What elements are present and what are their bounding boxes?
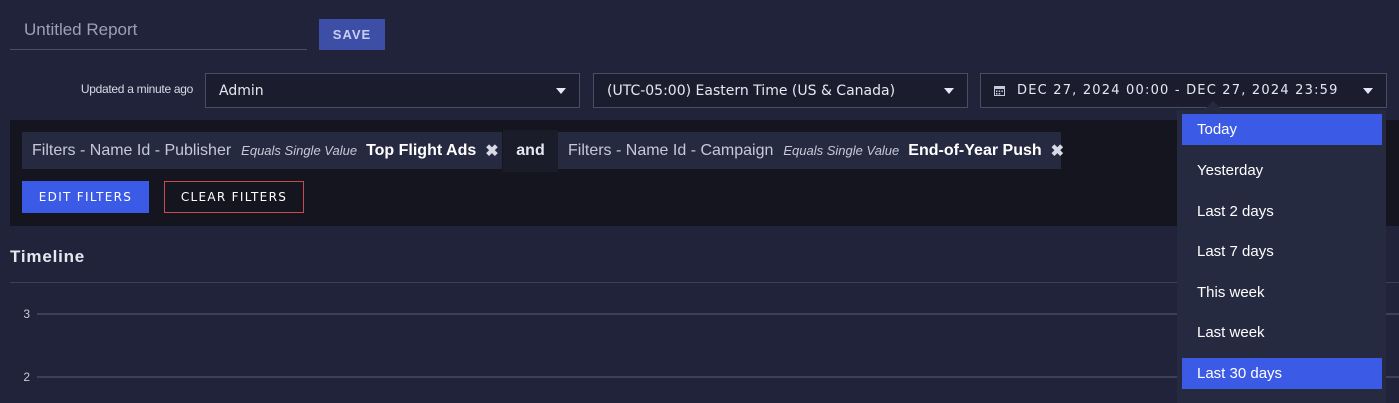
user-select[interactable]: Admin: [205, 73, 580, 108]
caret-down-icon: [556, 87, 566, 94]
date-preset-option[interactable]: Last 2 days: [1182, 196, 1382, 227]
date-preset-option[interactable]: Last week: [1182, 317, 1382, 348]
filter-chip-publisher: Filters - Name Id - Publisher Equals Sin…: [22, 132, 502, 169]
filter-conjunction: and: [503, 130, 558, 172]
dropdown-pointer: [1204, 101, 1222, 110]
remove-filter-icon[interactable]: ✖: [485, 141, 498, 161]
date-preset-option[interactable]: Last 30 days: [1182, 358, 1382, 389]
filter-value: End-of-Year Push: [908, 141, 1042, 159]
y-tick-label: 2: [23, 370, 30, 384]
save-button[interactable]: SAVE: [319, 19, 385, 50]
caret-down-icon: [1363, 87, 1373, 94]
user-select-value: Admin: [219, 82, 264, 99]
timezone-select[interactable]: (UTC-05:00) Eastern Time (US & Canada): [593, 73, 968, 108]
date-preset-option[interactable]: This week: [1182, 277, 1382, 308]
edit-filters-button[interactable]: EDIT FILTERS: [22, 181, 149, 213]
last-updated-text: Updated a minute ago: [80, 82, 193, 96]
date-range-select[interactable]: DEC 27, 2024 00:00 - DEC 27, 2024 23:59: [980, 73, 1387, 108]
date-preset-dropdown: Today Yesterday Last 2 days Last 7 days This…: [1177, 110, 1386, 403]
filter-chip-campaign: Filters - Name Id - Campaign Equals Sing…: [558, 132, 1064, 169]
calendar-icon: [994, 85, 1005, 96]
date-preset-option[interactable]: Today: [1182, 114, 1382, 145]
clear-filters-button[interactable]: CLEAR FILTERS: [164, 181, 304, 213]
report-title-input[interactable]: [10, 10, 307, 50]
date-preset-option[interactable]: Last 7 days: [1182, 236, 1382, 267]
filter-field: Filters - Name Id - Publisher: [32, 141, 232, 159]
remove-filter-icon[interactable]: ✖: [1051, 141, 1064, 161]
date-range-value: DEC 27, 2024 00:00 - DEC 27, 2024 23:59: [1017, 83, 1339, 98]
date-preset-option[interactable]: Yesterday: [1182, 155, 1382, 186]
caret-down-icon: [944, 87, 954, 94]
timeline-title: Timeline: [10, 247, 86, 266]
filter-value: Top Flight Ads: [366, 141, 477, 159]
filter-field: Filters - Name Id - Campaign: [568, 141, 774, 159]
y-tick-label: 3: [23, 307, 30, 321]
filter-operator: Equals Single Value: [783, 143, 900, 158]
timezone-select-value: (UTC-05:00) Eastern Time (US & Canada): [607, 82, 896, 99]
filter-operator: Equals Single Value: [241, 143, 358, 158]
